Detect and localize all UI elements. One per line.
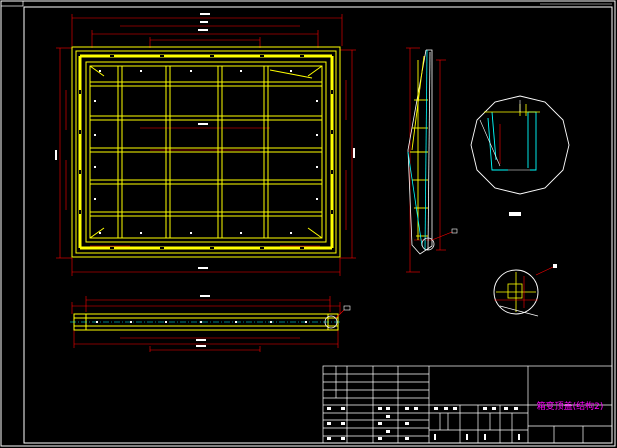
- section-detail-tag: [451, 228, 458, 234]
- plan-frame: [71, 46, 341, 258]
- detail-view-b: [493, 264, 557, 317]
- plan-dimensions: [56, 14, 356, 276]
- side-dimensions: [71, 296, 341, 352]
- section-view: [406, 47, 458, 273]
- title-block: 箱变顶盖(结构2): [322, 365, 613, 444]
- side-elevation-view: [70, 295, 351, 352]
- detail-a-label: [509, 212, 521, 216]
- section-detail-leader: [431, 231, 453, 241]
- detail-view-a: [470, 95, 570, 216]
- detail-b-leader: [535, 266, 554, 276]
- plan-view: [55, 13, 356, 276]
- sheet-corner-tab: [0, 0, 24, 7]
- side-detail-tag: [343, 305, 351, 311]
- drawing-title: 箱变顶盖(结构2): [537, 400, 604, 412]
- side-dim-labels: [196, 295, 210, 347]
- sheet-inner-border: [23, 6, 613, 444]
- cad-drawing-canvas: 箱变顶盖(结构2): [0, 0, 616, 447]
- detail-b-tag: [553, 264, 557, 268]
